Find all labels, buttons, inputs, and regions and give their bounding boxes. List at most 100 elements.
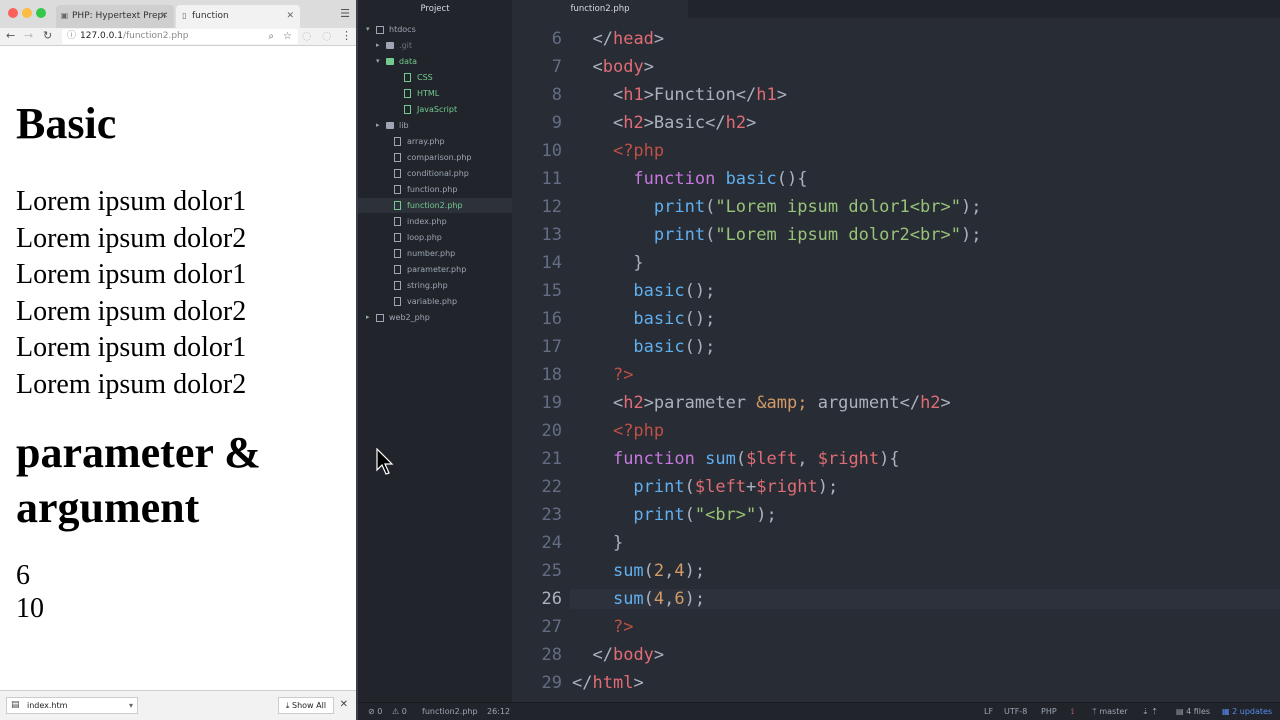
zoom-icon[interactable]: ⌕ bbox=[268, 29, 274, 44]
code-line[interactable]: basic(); bbox=[572, 281, 715, 301]
tree-item[interactable]: JavaScript bbox=[358, 102, 512, 117]
tree-item[interactable]: index.php bbox=[358, 214, 512, 229]
chevron-down-icon[interactable]: ▾ bbox=[376, 54, 380, 69]
code-editor[interactable]: 6 </head> 7 <body> 8 <h1>Function</h1> 9 <h… bbox=[512, 18, 1280, 702]
project-panel-title: Project bbox=[358, 0, 512, 18]
code-token: ( bbox=[705, 225, 716, 245]
cursor-position[interactable]: 26:12 bbox=[487, 703, 510, 720]
fetch-pull-icon[interactable]: ⇣ ⇡ bbox=[1142, 703, 1158, 720]
line-number: 25 bbox=[541, 561, 562, 581]
extension-icon[interactable]: ◌ bbox=[302, 29, 312, 42]
code-line[interactable]: <h2>parameter &amp; argument</h2> bbox=[572, 393, 951, 413]
info-icon[interactable]: ⓘ bbox=[67, 29, 76, 44]
tree-item[interactable]: number.php bbox=[358, 246, 512, 261]
url-path: /function2.php bbox=[122, 31, 189, 41]
code-line[interactable]: basic(); bbox=[572, 337, 715, 357]
tree-item[interactable]: ▸ lib bbox=[358, 118, 512, 133]
tab-menu-icon[interactable]: ☰ bbox=[340, 7, 350, 20]
show-all-button[interactable]: ⤓ Show All bbox=[278, 697, 334, 714]
tree-item[interactable]: conditional.php bbox=[358, 166, 512, 181]
tree-item[interactable]: variable.php bbox=[358, 294, 512, 309]
back-icon[interactable]: ← bbox=[6, 29, 15, 42]
browser-tab-function[interactable]: ▯ function ✕ bbox=[176, 5, 300, 28]
code-line[interactable]: print($left+$right); bbox=[572, 477, 838, 497]
file-icon bbox=[394, 249, 401, 258]
forward-icon[interactable]: → bbox=[24, 29, 33, 42]
code-token: < bbox=[612, 113, 624, 133]
code-line[interactable]: function sum($left, $right){ bbox=[572, 449, 900, 469]
code-line[interactable]: } bbox=[572, 253, 643, 273]
code-line[interactable]: basic(); bbox=[572, 309, 715, 329]
code-token: sum bbox=[705, 449, 736, 469]
code-line[interactable]: ?> bbox=[572, 365, 633, 385]
updates-indicator[interactable]: ▦ 2 updates bbox=[1222, 703, 1272, 720]
chevron-right-icon[interactable]: ▸ bbox=[376, 38, 380, 53]
tree-item[interactable]: function.php bbox=[358, 182, 512, 197]
close-icon[interactable]: ✕ bbox=[340, 699, 348, 710]
code-line[interactable]: ?> bbox=[572, 617, 633, 637]
chevron-down-icon[interactable]: ▾ bbox=[366, 22, 370, 37]
tree-item[interactable]: array.php bbox=[358, 134, 512, 149]
file-icon bbox=[394, 217, 401, 226]
tree-item[interactable]: HTML bbox=[358, 86, 512, 101]
code-token: print bbox=[633, 505, 685, 525]
code-line[interactable]: </html> bbox=[572, 673, 644, 693]
code-line[interactable]: <body> bbox=[572, 57, 653, 77]
tree-item[interactable]: ▾ data bbox=[358, 54, 512, 69]
code-line[interactable]: } bbox=[572, 533, 623, 553]
chevron-right-icon[interactable]: ▸ bbox=[376, 118, 380, 133]
editor-tab-function2[interactable]: function2.php bbox=[512, 0, 688, 18]
grammar-selector[interactable]: PHP bbox=[1041, 703, 1057, 720]
tree-item[interactable]: function2.php bbox=[358, 198, 512, 213]
branch-selector[interactable]: ᛘ master bbox=[1092, 703, 1128, 720]
tree-item[interactable]: CSS bbox=[358, 70, 512, 85]
code-line[interactable]: <h2>Basic</h2> bbox=[572, 113, 756, 133]
code-line[interactable]: sum(4,6); bbox=[570, 589, 1280, 609]
chevron-down-icon[interactable]: ▾ bbox=[129, 698, 133, 713]
code-line[interactable]: </head> bbox=[572, 29, 664, 49]
close-icon[interactable]: ✕ bbox=[286, 5, 294, 27]
reload-icon[interactable]: ↻ bbox=[43, 29, 52, 42]
more-menu-icon[interactable]: ⋮ bbox=[341, 29, 352, 42]
code-line[interactable]: print("<br>"); bbox=[572, 505, 776, 525]
bookmark-star-icon[interactable]: ☆ bbox=[283, 29, 292, 44]
browser-tab-php-manual[interactable]: ▣ PHP: Hypertext Prepr ✕ bbox=[56, 5, 174, 28]
code-line[interactable]: print("Lorem ipsum dolor2<br>"); bbox=[572, 225, 982, 245]
code-line[interactable]: print("Lorem ipsum dolor1<br>"); bbox=[572, 197, 982, 217]
close-icon[interactable]: ✕ bbox=[160, 5, 168, 27]
code-line[interactable]: <?php bbox=[572, 141, 664, 161]
tree-item-label: htdocs bbox=[389, 25, 416, 34]
code-token: </ bbox=[592, 645, 613, 665]
code-token: argument</ bbox=[807, 393, 921, 413]
tree-item[interactable]: ▸ .git bbox=[358, 38, 512, 53]
tree-item[interactable]: loop.php bbox=[358, 230, 512, 245]
tree-item[interactable]: ▾ htdocs bbox=[358, 22, 512, 37]
code-line[interactable]: <h1>Function</h1> bbox=[572, 85, 787, 105]
maximize-window-icon[interactable] bbox=[36, 8, 46, 18]
tree-item-label: .git bbox=[399, 41, 412, 50]
error-count[interactable]: ⊘ 0 bbox=[368, 703, 382, 720]
code-line[interactable]: </body> bbox=[572, 645, 664, 665]
line-ending-selector[interactable]: LF bbox=[984, 703, 993, 720]
minimize-window-icon[interactable] bbox=[22, 8, 32, 18]
remote-icon[interactable]: ⟟ bbox=[1071, 703, 1074, 720]
warning-count[interactable]: ⚠ 0 bbox=[392, 703, 407, 720]
code-line[interactable]: sum(2,4); bbox=[572, 561, 705, 581]
code-line[interactable]: <?php bbox=[572, 421, 664, 441]
encoding-selector[interactable]: UTF-8 bbox=[1004, 703, 1027, 720]
extension-icon[interactable]: ◌ bbox=[322, 29, 332, 42]
tree-item-label: comparison.php bbox=[407, 153, 472, 162]
status-file-path[interactable]: function2.php bbox=[422, 703, 478, 720]
tree-item[interactable]: string.php bbox=[358, 278, 512, 293]
status-bar: ⊘ 0 ⚠ 0 function2.php 26:12 LF UTF-8 PHP… bbox=[358, 702, 1280, 720]
chevron-right-icon[interactable]: ▸ bbox=[366, 310, 370, 325]
browser-tab-label: function bbox=[192, 11, 229, 21]
tree-item[interactable]: comparison.php bbox=[358, 150, 512, 165]
download-item[interactable]: ▤ index.htm ▾ bbox=[6, 697, 138, 714]
tree-item[interactable]: parameter.php bbox=[358, 262, 512, 277]
address-bar[interactable]: ⓘ 127.0.0.1/function2.php ⌕ ☆ bbox=[62, 29, 298, 44]
code-line[interactable]: function basic(){ bbox=[572, 169, 807, 189]
git-files-status[interactable]: ▤ 4 files bbox=[1176, 703, 1210, 720]
tree-item[interactable]: ▸ web2_php bbox=[358, 310, 512, 325]
close-window-icon[interactable] bbox=[8, 8, 18, 18]
